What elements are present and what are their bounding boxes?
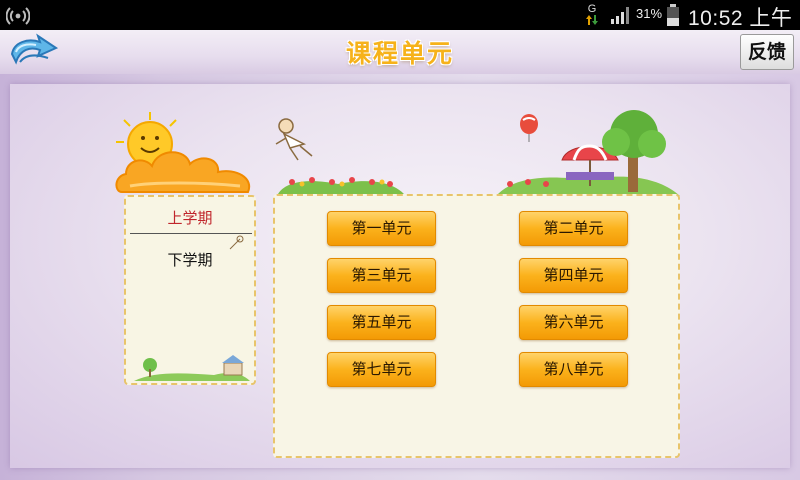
page-title: 课程单元 <box>345 39 454 68</box>
semester-first-tab[interactable]: 上学期 <box>126 207 254 228</box>
unit-4-button[interactable]: 第四单元 <box>519 258 628 293</box>
flower-bed-illustration <box>278 177 404 194</box>
wireless-icon <box>6 7 30 25</box>
village-illustration <box>134 355 250 381</box>
title-bar: 课程单元 反馈 <box>0 30 800 74</box>
signal-bars-icon <box>611 7 629 24</box>
unit-2-button[interactable]: 第二单元 <box>519 211 628 246</box>
clock: 10:52 上午 <box>688 7 793 30</box>
network-type-indicator: G <box>584 3 600 27</box>
sun-cloud-illustration <box>115 112 251 193</box>
feedback-button[interactable]: 反馈 <box>740 34 794 70</box>
unit-1-button[interactable]: 第一单元 <box>327 211 436 246</box>
units-panel: 第一单元 第二单元 第三单元 第四单元 第五单元 第六单元 第七单元 第八单元 <box>273 194 680 458</box>
unit-3-button[interactable]: 第三单元 <box>327 258 436 293</box>
unit-7-button[interactable]: 第七单元 <box>327 352 436 387</box>
semester-second-tab[interactable]: 下学期 <box>126 249 254 270</box>
battery-icon <box>667 4 679 26</box>
semester-panel: 上学期 下学期 <box>124 195 256 385</box>
data-transfer-icon <box>586 15 598 25</box>
semester-divider <box>130 233 252 234</box>
battery-percent: 31% <box>636 6 663 21</box>
network-type-label: G <box>587 3 597 15</box>
status-bar: G 31% 10:52 上午 <box>0 0 800 30</box>
unit-5-button[interactable]: 第五单元 <box>327 305 436 340</box>
dandelion-icon <box>229 235 244 250</box>
unit-8-button[interactable]: 第八单元 <box>519 352 628 387</box>
unit-6-button[interactable]: 第六单元 <box>519 305 628 340</box>
garden-illustration <box>496 110 680 196</box>
kite-child-illustration <box>275 118 313 161</box>
